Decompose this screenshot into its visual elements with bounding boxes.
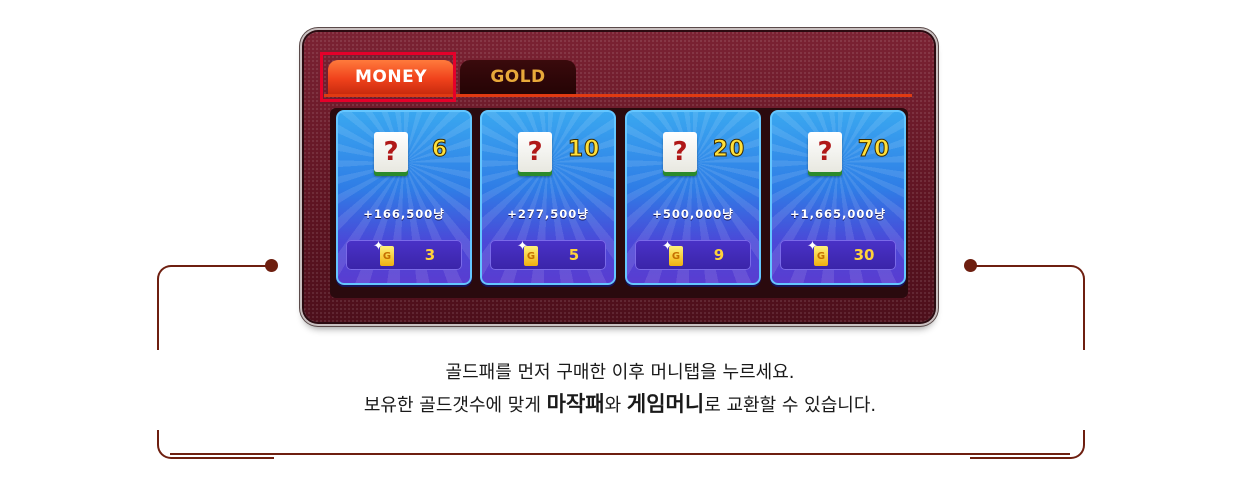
- instruction-line-2: 보유한 골드갯수에 맞게 마작패와 게임머니로 교환할 수 있습니다.: [0, 388, 1240, 418]
- gold-icon: G: [380, 246, 394, 266]
- gold-icon: G: [524, 246, 538, 266]
- product-card[interactable]: ? 70 +1,665,000냥 ✦ G 30: [770, 110, 906, 285]
- price-button[interactable]: ✦ G 3: [346, 239, 462, 270]
- tile-count: 20: [712, 137, 746, 163]
- mahjong-tile-icon: ?: [374, 132, 408, 172]
- price-button[interactable]: ✦ G 30: [780, 239, 896, 270]
- product-card[interactable]: ? 10 +277,500냥 ✦ G 5: [480, 110, 616, 285]
- instruction-text: 보유한 골드갯수에 맞게: [363, 395, 547, 416]
- instruction-text: 와: [604, 395, 627, 416]
- money-amount: +277,500냥: [507, 207, 589, 221]
- mahjong-tile-icon: ?: [808, 132, 842, 172]
- money-amount: +500,000냥: [652, 207, 734, 221]
- instruction-text: 로 교환할 수 있습니다.: [704, 395, 877, 416]
- instruction-emphasis-mahjong: 마작패: [546, 392, 605, 416]
- gold-price: 9: [713, 246, 725, 264]
- tab-highlight-box: [320, 52, 456, 102]
- shop-panel: MONEY GOLD ? 6 +166,500냥 ✦ G 3 ? 10 +277…: [304, 32, 934, 322]
- money-amount: +1,665,000냥: [790, 207, 886, 221]
- gold-icon: G: [669, 246, 683, 266]
- tab-gold[interactable]: GOLD: [460, 60, 576, 94]
- connector-dot-right: [964, 259, 977, 272]
- money-amount: +166,500냥: [363, 207, 445, 221]
- product-card[interactable]: ? 20 +500,000냥 ✦ G 9: [625, 110, 761, 285]
- instruction-emphasis-money: 게임머니: [626, 392, 705, 416]
- tile-count: 70: [857, 137, 891, 163]
- instruction-line-1: 골드패를 먼저 구매한 이후 머니탭을 누르세요.: [445, 362, 795, 383]
- gold-icon: G: [814, 246, 828, 266]
- price-button[interactable]: ✦ G 9: [635, 239, 751, 270]
- mahjong-tile-icon: ?: [663, 132, 697, 172]
- product-card[interactable]: ? 6 +166,500냥 ✦ G 3: [336, 110, 472, 285]
- price-button[interactable]: ✦ G 5: [490, 239, 606, 270]
- mahjong-tile-icon: ?: [518, 132, 552, 172]
- tile-count: 10: [567, 137, 601, 163]
- tile-count: 6: [431, 137, 449, 163]
- gold-price: 3: [424, 246, 436, 264]
- connector-dot-left: [265, 259, 278, 272]
- gold-price: 30: [853, 246, 875, 264]
- tab-gold-label: GOLD: [490, 67, 546, 87]
- connector-bottom: [170, 453, 1070, 455]
- gold-price: 5: [568, 246, 580, 264]
